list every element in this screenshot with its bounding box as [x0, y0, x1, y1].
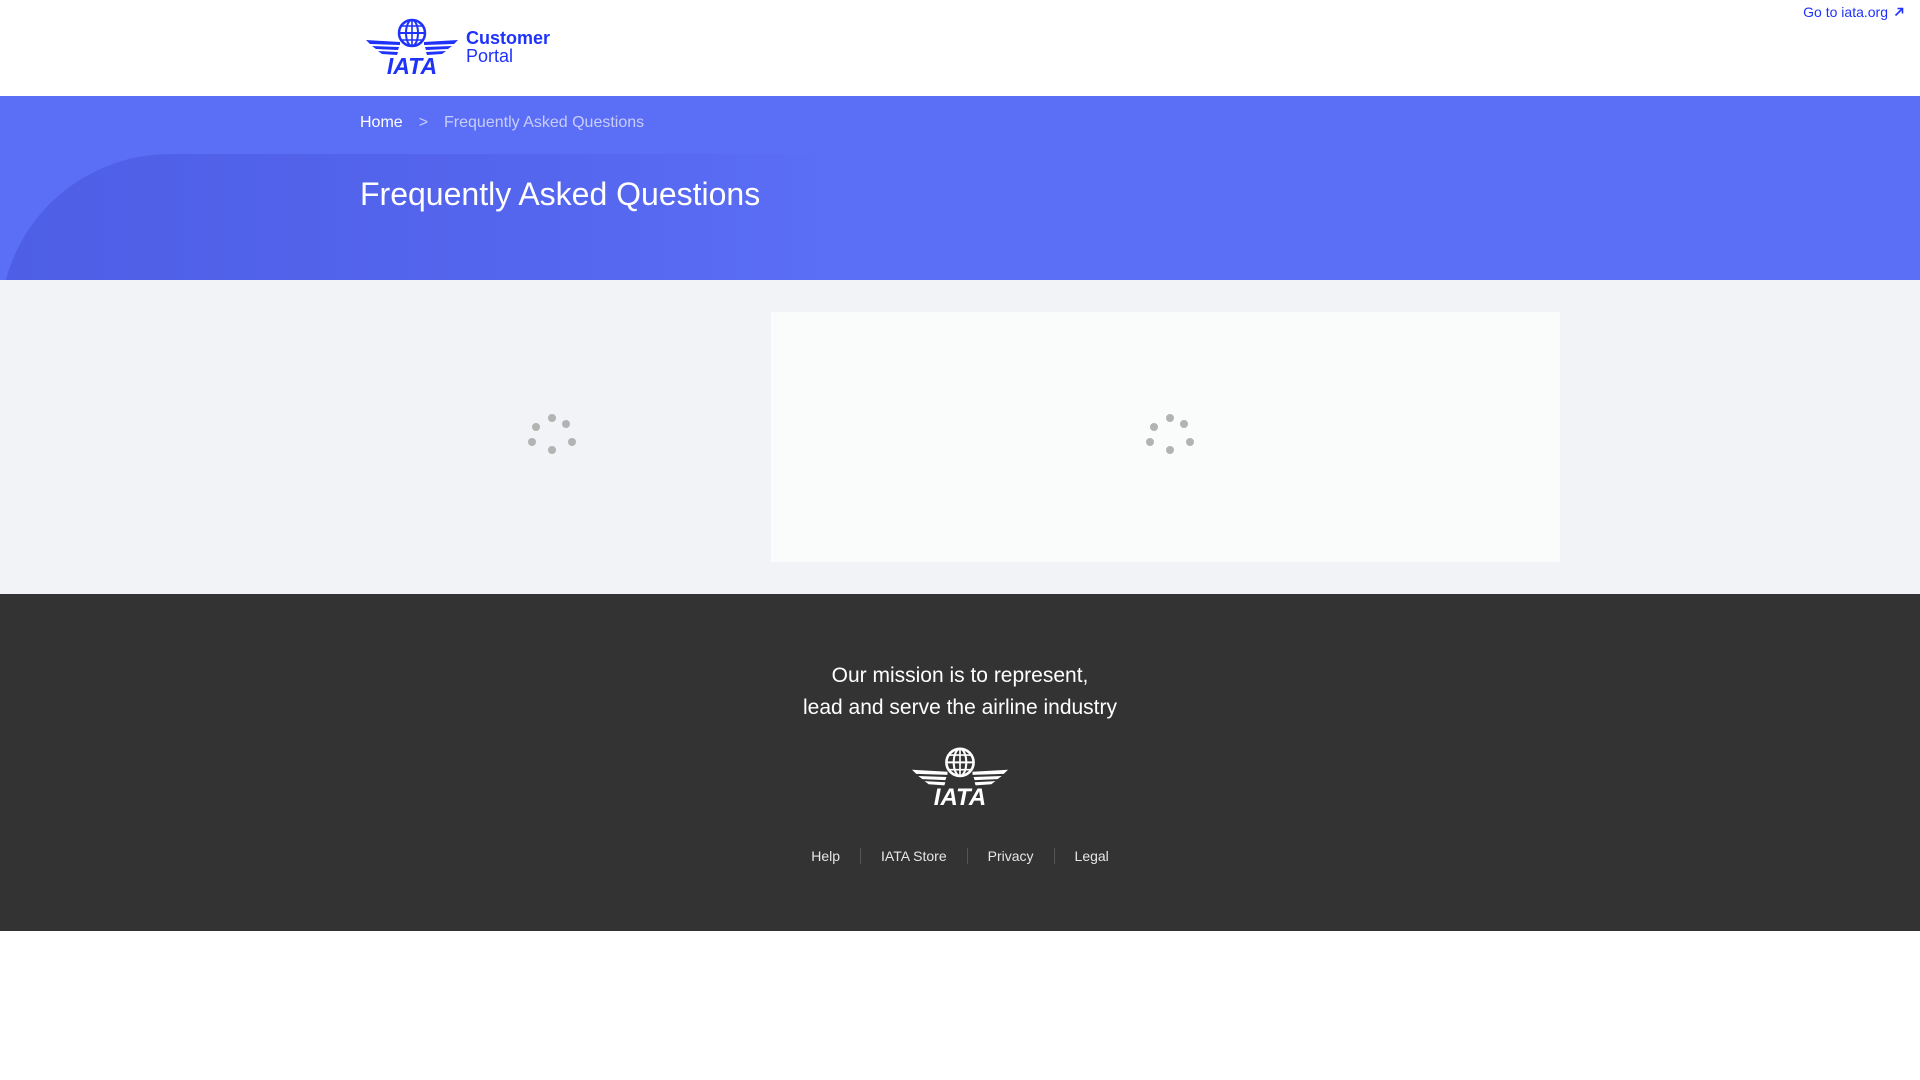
- mission-line-2: lead and serve the airline industry: [802, 696, 1117, 719]
- faq-questions-panel: [771, 312, 1560, 562]
- breadcrumb: Home > Frequently Asked Questions: [360, 114, 644, 132]
- loading-spinner-icon: [1146, 414, 1194, 462]
- logo-text-portal: Portal: [466, 46, 514, 66]
- go-to-iata-label: Go to iata.org: [1803, 4, 1888, 20]
- go-to-iata-link[interactable]: Go to iata.org: [1803, 4, 1904, 20]
- faq-content-area: [0, 280, 1920, 594]
- footer-link-iata-store[interactable]: IATA Store: [860, 848, 967, 864]
- breadcrumb-separator: >: [418, 114, 429, 131]
- iata-customer-portal-logo[interactable]: IATA Customer Portal: [366, 18, 550, 76]
- faq-categories-panel: [360, 312, 744, 562]
- mission-line-1: Our mission is to represent,: [831, 664, 1089, 687]
- loading-spinner-icon: [528, 414, 576, 462]
- site-footer: Our mission is to represent, lead and se…: [0, 594, 1920, 931]
- footer-link-privacy[interactable]: Privacy: [966, 848, 1054, 864]
- hero-banner: Home > Frequently Asked Questions Freque…: [0, 96, 1920, 280]
- iata-footer-logo-icon: IATA: [912, 747, 1008, 808]
- external-arrow-icon: [1894, 7, 1904, 17]
- footer-links: Help IATA Store Privacy Legal: [0, 848, 1920, 864]
- logo-text: Customer Portal: [466, 29, 550, 65]
- breadcrumb-home[interactable]: Home: [360, 114, 403, 132]
- hero-decorative-curve: [0, 154, 1200, 280]
- logo-text-customer: Customer: [466, 28, 551, 48]
- breadcrumb-current: Frequently Asked Questions: [444, 114, 645, 131]
- page-title: Frequently Asked Questions: [360, 176, 761, 212]
- footer-link-legal[interactable]: Legal: [1053, 848, 1129, 864]
- site-header: IATA Customer Portal Go to iata.org: [0, 0, 1920, 96]
- footer-logo-wordmark: IATA: [934, 784, 986, 808]
- footer-link-help[interactable]: Help: [791, 848, 860, 864]
- mission-statement: Our mission is to represent, lead and se…: [0, 660, 1920, 724]
- iata-logo-icon: IATA: [366, 18, 458, 76]
- logo-wordmark: IATA: [387, 53, 437, 76]
